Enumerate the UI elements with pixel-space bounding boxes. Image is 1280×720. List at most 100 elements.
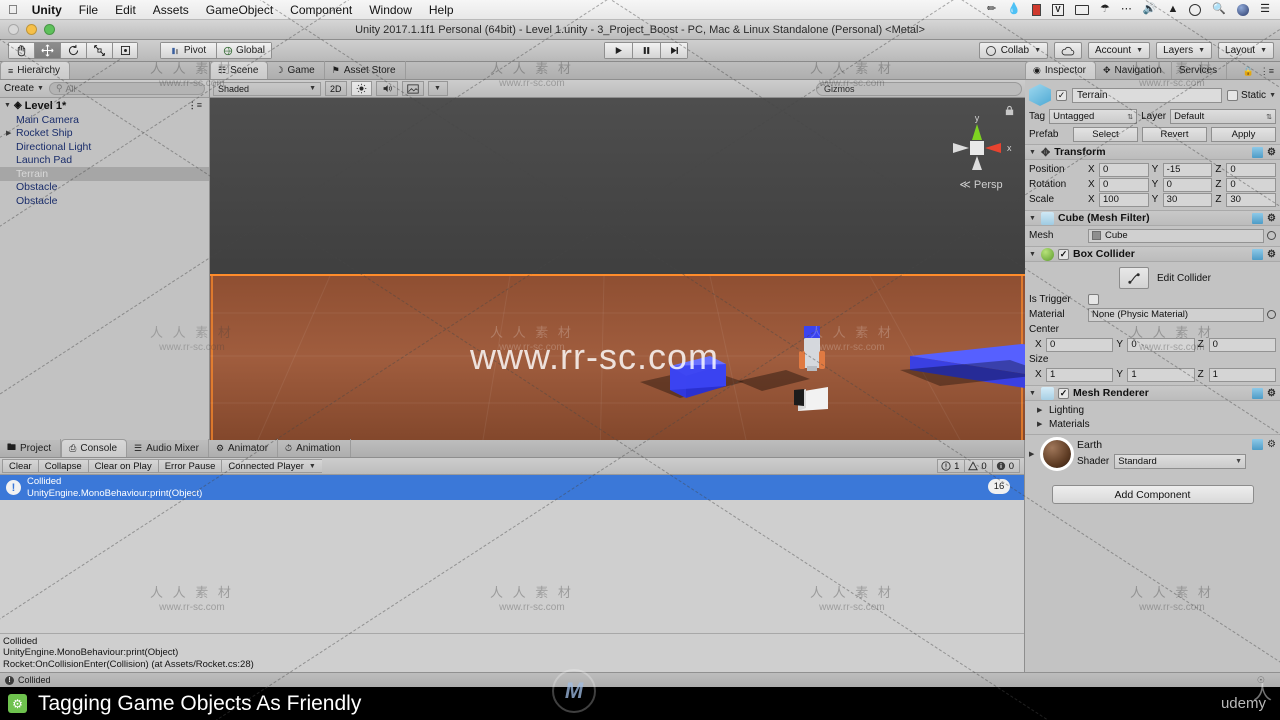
toggle-2d-button[interactable]: 2D bbox=[325, 81, 347, 96]
static-toggle[interactable]: Static ▼ bbox=[1227, 89, 1276, 101]
collab-dropdown[interactable]: Collab ▼ bbox=[978, 42, 1048, 59]
prefab-apply-button[interactable]: Apply bbox=[1211, 127, 1276, 142]
volume-icon[interactable]: 🔊 bbox=[1143, 4, 1157, 15]
hierarchy-scene-root[interactable]: ▼ ◈ Level 1* ⋮≡ bbox=[0, 98, 209, 113]
edit-collider-button[interactable] bbox=[1119, 267, 1149, 289]
pen-icon[interactable]: ✏ bbox=[987, 4, 996, 15]
gear-icon[interactable]: ⚙ bbox=[1267, 388, 1276, 399]
chevron-right-icon[interactable]: ▶ bbox=[1037, 420, 1045, 428]
position-x-field[interactable]: 0 bbox=[1099, 162, 1149, 177]
rotation-y[interactable]: Y0 bbox=[1152, 177, 1213, 192]
move-tool-button[interactable] bbox=[34, 42, 60, 59]
center-y-field[interactable]: 0 bbox=[1127, 337, 1195, 352]
mesh-object-field[interactable]: Cube bbox=[1088, 228, 1264, 243]
lighting-foldout[interactable]: ▶ Lighting bbox=[1029, 403, 1276, 417]
box-collider-enabled-checkbox[interactable]: ✓ bbox=[1058, 248, 1069, 260]
position-z-field[interactable]: 0 bbox=[1226, 162, 1277, 177]
create-dropdown[interactable]: Create ▼ bbox=[4, 83, 44, 94]
window-controls[interactable] bbox=[0, 24, 55, 35]
info-count[interactable]: 0 bbox=[991, 459, 1020, 473]
shader-dropdown[interactable]: Standard ▼ bbox=[1114, 454, 1247, 469]
size-z[interactable]: Z1 bbox=[1198, 367, 1276, 382]
step-button[interactable] bbox=[660, 42, 688, 59]
position-y-field[interactable]: -15 bbox=[1162, 162, 1213, 177]
toggle-audio-button[interactable] bbox=[375, 81, 398, 96]
global-toggle-button[interactable]: Global bbox=[216, 42, 272, 59]
wifi-icon[interactable]: ☂ bbox=[1100, 4, 1110, 15]
help-icon[interactable] bbox=[1252, 212, 1264, 224]
menu-file[interactable]: File bbox=[79, 3, 98, 17]
tab-inspector[interactable]: ◉ Inspector bbox=[1025, 61, 1096, 79]
shading-mode-dropdown[interactable]: Shaded ▼ bbox=[213, 81, 321, 96]
gear-icon[interactable]: ⚙ bbox=[1267, 213, 1276, 224]
hand-tool-button[interactable] bbox=[8, 42, 34, 59]
position-y[interactable]: Y -15 bbox=[1152, 162, 1213, 177]
siri-icon[interactable] bbox=[1237, 3, 1250, 16]
rect-tool-button[interactable] bbox=[112, 42, 138, 59]
gear-icon[interactable]: ⚙ bbox=[1267, 439, 1276, 450]
center-x[interactable]: X0 bbox=[1035, 337, 1114, 352]
size-z-field[interactable]: 1 bbox=[1208, 367, 1276, 382]
rotation-x[interactable]: X0 bbox=[1088, 177, 1149, 192]
rotation-z-field[interactable]: 0 bbox=[1226, 177, 1277, 192]
scale-z[interactable]: Z 30 bbox=[1215, 192, 1277, 207]
inspector-context-menu-icon[interactable]: ⋮≡ bbox=[1260, 66, 1274, 77]
menu-icon[interactable]: ☰ bbox=[1260, 4, 1270, 15]
scale-z-field[interactable]: 30 bbox=[1226, 192, 1277, 207]
scale-x-field[interactable]: 100 bbox=[1099, 192, 1149, 207]
help-icon[interactable] bbox=[1252, 439, 1264, 450]
scale-x[interactable]: X 100 bbox=[1088, 192, 1149, 207]
layers-dropdown[interactable]: Layers ▼ bbox=[1156, 42, 1213, 59]
menu-edit[interactable]: Edit bbox=[115, 3, 136, 17]
ellipsis-icon[interactable]: ⋯ bbox=[1121, 4, 1132, 15]
cloud-button[interactable] bbox=[1054, 42, 1082, 59]
hierarchy-item-terrain[interactable]: Terrain bbox=[0, 167, 209, 181]
search-icon[interactable]: 🔍 bbox=[1212, 4, 1226, 15]
maximize-button[interactable] bbox=[44, 24, 55, 35]
toggle-lighting-button[interactable] bbox=[350, 81, 372, 96]
prefab-revert-button[interactable]: Revert bbox=[1142, 127, 1207, 142]
menu-gameobject[interactable]: GameObject bbox=[206, 3, 273, 17]
error-count[interactable]: 1 bbox=[937, 459, 965, 473]
eject-icon[interactable]: ▲ bbox=[1168, 4, 1179, 15]
display-icon[interactable] bbox=[1074, 4, 1089, 15]
chevron-down-icon[interactable]: ▼ bbox=[1269, 92, 1276, 99]
menu-component[interactable]: Component bbox=[290, 3, 352, 17]
mesh-renderer-component-header[interactable]: ▼ ✓ Mesh Renderer ⚙ bbox=[1025, 385, 1280, 401]
minimize-button[interactable] bbox=[26, 24, 37, 35]
prefab-select-button[interactable]: Select bbox=[1073, 127, 1138, 142]
tab-services[interactable]: Services bbox=[1172, 61, 1228, 79]
inspector-content[interactable]: ✓ Terrain Static ▼ Tag Untagged ⇅ Layer … bbox=[1025, 80, 1280, 672]
transform-component-header[interactable]: ▼ ✥ Transform ⚙ bbox=[1025, 144, 1280, 160]
menu-unity[interactable]: Unity bbox=[32, 3, 62, 17]
gear-icon[interactable]: ⚙ bbox=[1267, 147, 1276, 158]
collapse-button[interactable]: Collapse bbox=[37, 459, 88, 473]
chevron-right-icon[interactable]: ▶ bbox=[1029, 450, 1037, 458]
hierarchy-search-input[interactable]: ⚲ All bbox=[48, 82, 205, 95]
lock-icon[interactable]: 🔒 bbox=[1243, 66, 1254, 77]
size-x[interactable]: X1 bbox=[1035, 367, 1114, 382]
mesh-filter-component-header[interactable]: ▼ Cube (Mesh Filter) ⚙ bbox=[1025, 210, 1280, 226]
materials-foldout[interactable]: ▶ Materials bbox=[1029, 417, 1276, 431]
tab-game[interactable]: ☽ Game bbox=[268, 61, 325, 79]
size-y-field[interactable]: 1 bbox=[1127, 367, 1195, 382]
pivot-toggle-button[interactable]: Pivot bbox=[160, 42, 216, 59]
hierarchy-item-obstacle-1[interactable]: Obstacle bbox=[0, 181, 209, 195]
menu-window[interactable]: Window bbox=[369, 3, 412, 17]
gear-icon[interactable]: ⚙ bbox=[1267, 249, 1276, 260]
apple-logo-icon[interactable]:  bbox=[8, 3, 18, 16]
menu-assets[interactable]: Assets bbox=[153, 3, 189, 17]
object-picker-icon[interactable] bbox=[1267, 310, 1276, 319]
clear-on-play-button[interactable]: Clear on Play bbox=[87, 459, 158, 473]
add-component-button[interactable]: Add Component bbox=[1051, 485, 1254, 504]
hierarchy-item-main-camera[interactable]: Main Camera bbox=[0, 113, 209, 127]
layout-dropdown[interactable]: Layout ▼ bbox=[1218, 42, 1274, 59]
tab-hierarchy[interactable]: ≡ Hierarchy bbox=[0, 61, 71, 79]
console-log-list[interactable]: ! Collided UnityEngine.MonoBehaviour:pri… bbox=[0, 475, 1024, 500]
chevron-down-icon[interactable]: ▼ bbox=[1029, 390, 1037, 397]
static-checkbox[interactable] bbox=[1227, 89, 1239, 101]
tab-asset-store[interactable]: ⚑ Asset Store bbox=[325, 61, 406, 79]
chevron-down-icon[interactable]: ▼ bbox=[1029, 251, 1037, 258]
position-x[interactable]: X0 bbox=[1088, 162, 1149, 177]
object-enabled-checkbox[interactable]: ✓ bbox=[1056, 89, 1067, 101]
